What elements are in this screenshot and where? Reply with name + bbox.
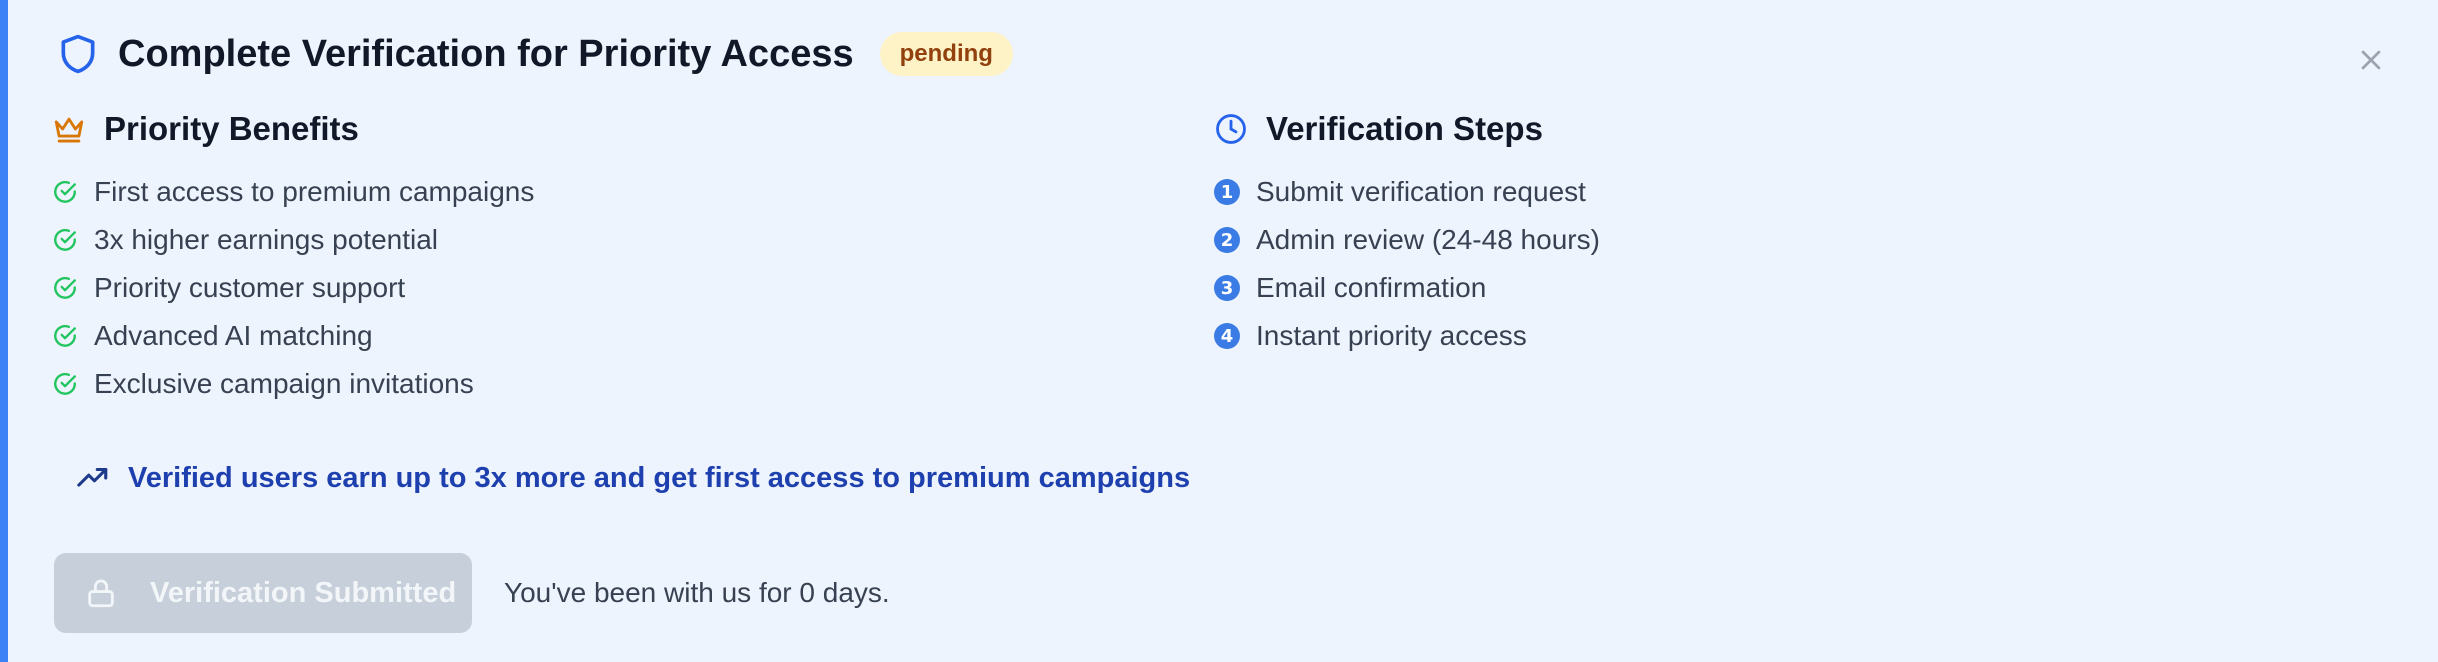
step-label: Instant priority access bbox=[1256, 320, 1527, 351]
step-number: 3 bbox=[1214, 275, 1240, 301]
step-item: 3 Email confirmation bbox=[1214, 264, 1600, 312]
card-header: Complete Verification for Priority Acces… bbox=[56, 26, 1013, 82]
verification-card: Complete Verification for Priority Acces… bbox=[0, 0, 2438, 662]
page-title: Complete Verification for Priority Acces… bbox=[118, 32, 854, 75]
status-badge: pending bbox=[879, 32, 1013, 76]
close-icon[interactable] bbox=[2355, 44, 2387, 76]
check-circle-icon bbox=[54, 277, 76, 299]
benefits-list: First access to premium campaigns 3x hig… bbox=[52, 168, 534, 408]
benefit-item: 3x higher earnings potential bbox=[52, 216, 534, 264]
verification-submitted-button[interactable]: Verification Submitted bbox=[54, 553, 472, 633]
clock-icon bbox=[1216, 114, 1246, 144]
benefits-section: Priority Benefits First access to premiu… bbox=[52, 104, 534, 408]
card-footer: Verification Submitted You've been with … bbox=[54, 553, 890, 633]
steps-list: 1 Submit verification request 2 Admin re… bbox=[1214, 168, 1600, 360]
check-circle-icon bbox=[54, 229, 76, 251]
benefits-header: Priority Benefits bbox=[52, 104, 534, 154]
promo-text: Verified users earn up to 3x more and ge… bbox=[128, 461, 1191, 494]
check-circle-icon bbox=[54, 373, 76, 395]
steps-heading: Verification Steps bbox=[1266, 110, 1543, 147]
benefit-label: Exclusive campaign invitations bbox=[94, 368, 474, 399]
lock-icon bbox=[88, 579, 114, 608]
step-number: 2 bbox=[1214, 227, 1240, 253]
benefit-label: Priority customer support bbox=[94, 272, 406, 303]
crown-icon bbox=[54, 117, 84, 143]
benefit-item: Priority customer support bbox=[52, 264, 534, 312]
benefit-label: Advanced AI matching bbox=[94, 320, 373, 351]
step-item: 4 Instant priority access bbox=[1214, 312, 1600, 360]
steps-header: Verification Steps bbox=[1214, 104, 1600, 154]
benefit-label: 3x higher earnings potential bbox=[94, 224, 439, 255]
step-label: Submit verification request bbox=[1256, 176, 1586, 207]
steps-section: Verification Steps 1 Submit verification… bbox=[1214, 104, 1600, 360]
promo-banner: Verified users earn up to 3x more and ge… bbox=[76, 456, 1190, 500]
button-label: Verification Submitted bbox=[150, 576, 457, 609]
step-number: 1 bbox=[1214, 179, 1240, 205]
step-label: Email confirmation bbox=[1256, 272, 1487, 303]
benefit-item: First access to premium campaigns bbox=[52, 168, 534, 216]
shield-icon bbox=[61, 34, 95, 74]
benefit-label: First access to premium campaigns bbox=[94, 176, 535, 207]
accent-bar bbox=[0, 0, 8, 662]
step-number: 4 bbox=[1214, 323, 1240, 349]
step-label: Admin review (24-48 hours) bbox=[1256, 224, 1600, 255]
membership-note: You've been with us for 0 days. bbox=[504, 577, 890, 608]
benefits-heading: Priority Benefits bbox=[104, 110, 359, 147]
check-circle-icon bbox=[54, 181, 76, 203]
step-item: 1 Submit verification request bbox=[1214, 168, 1600, 216]
trending-up-icon bbox=[77, 467, 108, 487]
check-circle-icon bbox=[54, 325, 76, 347]
step-item: 2 Admin review (24-48 hours) bbox=[1214, 216, 1600, 264]
benefit-item: Advanced AI matching bbox=[52, 312, 534, 360]
benefit-item: Exclusive campaign invitations bbox=[52, 360, 534, 408]
